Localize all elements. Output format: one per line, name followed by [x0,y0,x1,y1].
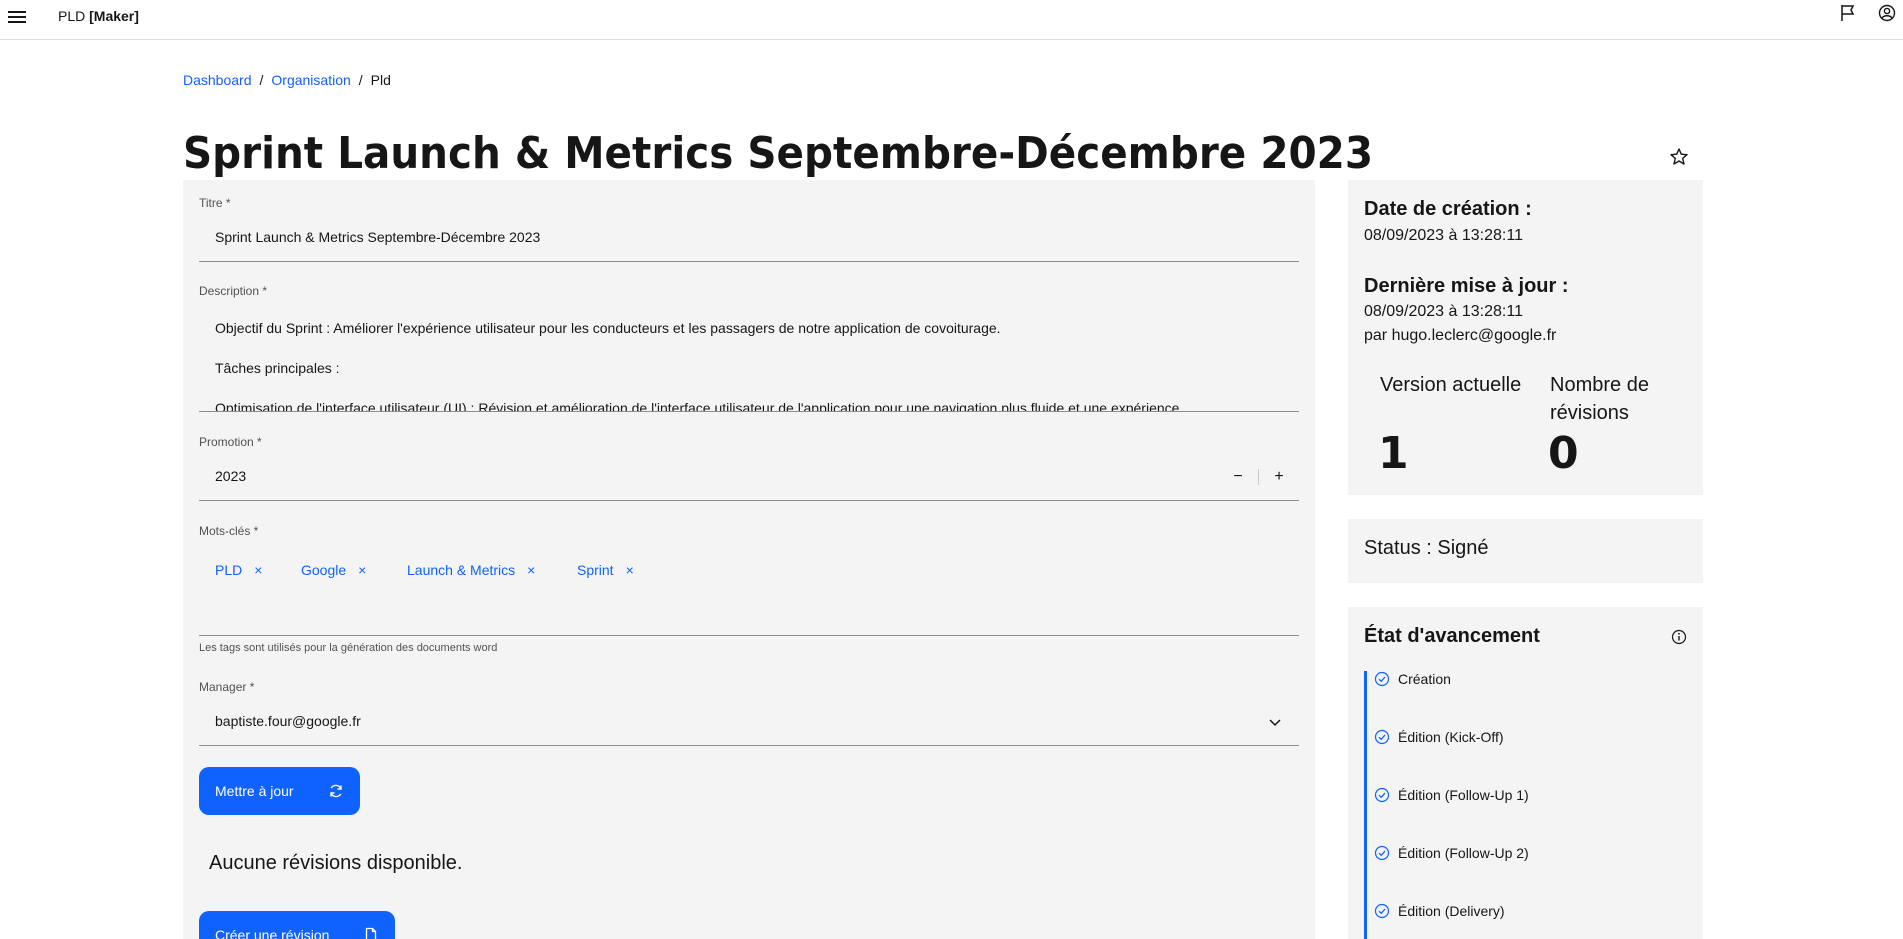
status-text: Status : Signé [1364,537,1489,559]
increment-button[interactable]: + [1259,453,1299,501]
manager-label: Manager * [199,680,255,694]
tag-label: PLD [215,562,243,578]
breadcrumb-separator: / [259,72,264,88]
progress-step-label: Création [1398,671,1451,687]
progress-track [1364,671,1367,939]
breadcrumb-separator: / [358,72,363,88]
checkmark-outline-icon [1374,671,1390,687]
tag-google: Google × [293,558,374,582]
keywords-input[interactable] [199,542,1299,636]
brand-prefix: PLD [58,8,86,24]
update-button-label: Mettre à jour [215,783,294,799]
manager-select[interactable]: baptiste.four@google.fr [199,698,1299,746]
progress-step-delivery[interactable]: Édition (Delivery) [1374,903,1505,919]
created-value: 08/09/2023 à 13:28:11 [1364,227,1523,244]
breadcrumb-dashboard[interactable]: Dashboard [183,72,252,88]
menu-icon[interactable] [7,7,27,27]
progress-step-kickoff[interactable]: Édition (Kick-Off) [1374,729,1504,745]
tag-remove-icon[interactable]: × [358,562,366,578]
progress-step-label: Édition (Kick-Off) [1398,729,1504,745]
checkmark-outline-icon [1374,787,1390,803]
description-line: Optimisation de l'interface utilisateur … [215,400,1180,412]
title-value: Sprint Launch & Metrics Septembre-Décemb… [215,229,541,245]
no-revisions-text: Aucune révisions disponible. [209,852,463,874]
revisions-label: Nombre de révisions [1550,374,1649,424]
app-brand[interactable]: PLD [Maker] [58,8,139,24]
progress-step-label: Édition (Delivery) [1398,903,1505,919]
progress-card: État d'avancement Création Édition (Kick… [1348,607,1703,939]
page-title: Sprint Launch & Metrics Septembre-Décemb… [183,128,1373,179]
tag-pld: PLD × [207,558,270,582]
tag-launch-metrics: Launch & Metrics × [399,558,543,582]
progress-title: État d'avancement [1364,625,1540,647]
create-revision-button[interactable]: Créer une révision [199,911,396,939]
status-card: Status : Signé [1348,519,1703,583]
progress-step-label: Édition (Follow-Up 1) [1398,787,1529,803]
updated-label: Dernière mise à jour : [1364,275,1569,297]
brand-suffix: [Maker] [89,8,139,24]
info-card: Date de création : 08/09/2023 à 13:28:11… [1348,180,1703,495]
pld-form: Titre * Sprint Launch & Metrics Septembr… [183,180,1315,939]
create-revision-label: Créer une révision [215,927,330,939]
refresh-icon [329,784,342,798]
promotion-label: Promotion * [199,435,262,449]
description-text: Objectif du Sprint : Améliorer l'expérie… [215,318,1285,412]
updated-value: 08/09/2023 à 13:28:11 [1364,303,1523,320]
flag-icon[interactable] [1838,3,1858,23]
progress-step-label: Édition (Follow-Up 2) [1398,845,1529,861]
updated-by: par hugo.leclerc@google.fr [1364,327,1557,344]
tag-sprint: Sprint × [569,558,642,582]
keywords-label: Mots-clés * [199,524,259,538]
quantity-stepper: − + [1218,453,1299,501]
manager-value: baptiste.four@google.fr [215,713,361,729]
progress-step-creation[interactable]: Création [1374,671,1451,687]
tag-label: Launch & Metrics [407,562,516,578]
description-line: Objectif du Sprint : Améliorer l'expérie… [215,320,1001,336]
title-label: Titre * [199,196,231,210]
user-avatar-icon[interactable] [1877,3,1897,23]
version-label: Version actuelle [1380,374,1522,396]
version-value: 1 [1378,428,1409,479]
keywords-helper-text: Les tags sont utilisés pour la génératio… [199,642,498,654]
title-input[interactable]: Sprint Launch & Metrics Septembre-Décemb… [199,214,1299,262]
revisions-value: 0 [1548,428,1579,479]
breadcrumb: Dashboard / Organisation / Pld [183,72,391,88]
star-icon[interactable] [1668,146,1690,168]
tag-remove-icon[interactable]: × [626,562,634,578]
tag-remove-icon[interactable]: × [254,562,262,578]
tag-remove-icon[interactable]: × [527,562,535,578]
progress-step-followup-2[interactable]: Édition (Follow-Up 2) [1374,845,1529,861]
info-icon[interactable] [1670,628,1688,646]
tag-label: Sprint [577,562,614,578]
breadcrumb-organisation[interactable]: Organisation [271,72,350,88]
description-label: Description * [199,284,268,298]
promotion-value: 2023 [215,468,247,484]
description-line: Tâches principales : [215,360,340,376]
promotion-number-input[interactable]: 2023 − + [199,453,1299,501]
breadcrumb-current: Pld [370,72,391,88]
top-header: PLD [Maker] [0,0,1903,40]
checkmark-outline-icon [1374,729,1390,745]
tag-label: Google [301,562,347,578]
update-button[interactable]: Mettre à jour [199,767,360,815]
description-textarea[interactable]: Objectif du Sprint : Améliorer l'expérie… [199,302,1299,412]
decrement-button[interactable]: − [1218,453,1258,501]
document-add-icon [366,927,377,939]
created-label: Date de création : [1364,198,1532,220]
progress-step-followup-1[interactable]: Édition (Follow-Up 1) [1374,787,1529,803]
checkmark-outline-icon [1374,845,1390,861]
checkmark-outline-icon [1374,903,1390,919]
chevron-down-icon [1269,719,1281,727]
